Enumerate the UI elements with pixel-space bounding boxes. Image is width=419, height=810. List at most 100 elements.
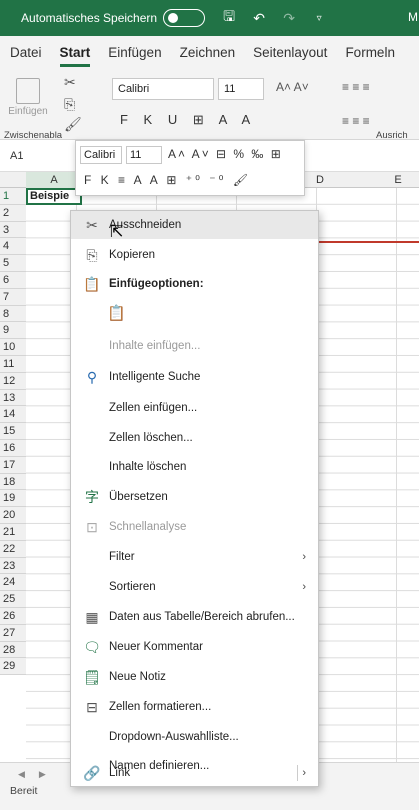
row-header[interactable]: 18 bbox=[0, 473, 26, 491]
tab-seitenlayout[interactable]: Seitenlayout bbox=[253, 45, 327, 60]
menu-item-filter[interactable]: Filter › bbox=[71, 543, 318, 571]
align-icons[interactable]: ≡ ≡ ≡ bbox=[342, 80, 370, 94]
row-header[interactable]: 6 bbox=[0, 271, 26, 289]
row-header[interactable]: 24 bbox=[0, 574, 26, 592]
column-header-d[interactable]: D bbox=[300, 172, 340, 188]
name-box[interactable]: A1 bbox=[10, 150, 23, 162]
menu-item-sortieren[interactable]: Sortieren › bbox=[71, 573, 318, 601]
font-grow-shrink-icon[interactable]: A˄ A˅ bbox=[276, 80, 309, 94]
row-header[interactable]: 10 bbox=[0, 339, 26, 356]
menu-item-kopieren[interactable]: ⎘ Kopieren bbox=[71, 241, 318, 269]
menu-item-label: Schnellanalyse bbox=[109, 521, 187, 533]
row-header[interactable]: 21 bbox=[0, 523, 26, 541]
menu-item-uebersetzen[interactable]: 字 Übersetzen bbox=[71, 483, 318, 511]
tab-einfuegen[interactable]: Einfügen bbox=[108, 45, 161, 60]
menu-item-ausschneiden[interactable]: ✂ Ausschneiden bbox=[71, 211, 318, 239]
menu-item-intelligente-suche[interactable]: ⚲ Intelligente Suche bbox=[71, 363, 318, 391]
row-header[interactable]: 19 bbox=[0, 490, 26, 508]
customize-icon[interactable]: ▿ bbox=[311, 13, 327, 24]
menu-item-einfuegeoptionen: 📋 Einfügeoptionen: bbox=[71, 270, 318, 298]
row-header[interactable]: 4 bbox=[0, 238, 26, 256]
row-header[interactable]: 8 bbox=[0, 305, 26, 323]
save-icon[interactable]: 🖫 bbox=[221, 6, 237, 30]
mini-font-size-field[interactable]: 11 bbox=[126, 146, 162, 164]
format-cells-icon: ⊟ bbox=[86, 698, 98, 715]
cell-a1[interactable]: Beispie bbox=[26, 188, 82, 205]
menu-item-zellen-einfuegen[interactable]: Zellen einfügen... bbox=[71, 394, 318, 422]
menu-item-zellen-loeschen[interactable]: Zellen löschen... bbox=[71, 424, 318, 452]
mouse-cursor-icon: ⇱ bbox=[110, 224, 124, 241]
sheet-scroll-arrows[interactable]: ◀▶ bbox=[18, 769, 60, 780]
row-header[interactable]: 26 bbox=[0, 607, 26, 625]
menu-item-daten-abrufen[interactable]: ▦ Daten aus Tabelle/Bereich abrufen... bbox=[71, 603, 318, 631]
tab-formeln[interactable]: Formeln bbox=[345, 45, 395, 60]
font-size-field[interactable]: 11 bbox=[218, 78, 264, 100]
title-bar: Automatisches Speichern 🖫 ↶ ↷ ▿ M bbox=[0, 0, 419, 36]
menu-item-label: Zellen formatieren... bbox=[109, 701, 212, 713]
undo-icon[interactable]: ↶ bbox=[251, 10, 267, 27]
mini-formatting-row2-icons[interactable]: F K ≡ A A ⊞ ⁺⁰ ⁻⁰ 🖌 bbox=[84, 173, 251, 187]
paste-button[interactable]: Einfügen bbox=[8, 78, 48, 117]
autosave-label: Automatisches Speichern bbox=[21, 11, 158, 25]
copy-icon[interactable]: ⎘ bbox=[64, 96, 75, 113]
row-header[interactable]: 1 bbox=[0, 188, 26, 205]
paste-option-icon: 📋 bbox=[107, 305, 126, 322]
menu-item-label: Link bbox=[109, 767, 131, 779]
menu-item-neuer-kommentar[interactable]: 🗨 Neuer Kommentar bbox=[71, 633, 318, 661]
row-header[interactable]: 25 bbox=[0, 591, 26, 608]
chevron-right-icon: › bbox=[302, 551, 306, 563]
paste-icon bbox=[16, 78, 40, 104]
context-menu: ✂ Ausschneiden ⎘ Kopieren 📋 Einfügeoptio… bbox=[70, 210, 319, 787]
menu-item-label: Einfügeoptionen: bbox=[109, 278, 204, 290]
row-header[interactable]: 28 bbox=[0, 641, 26, 659]
column-header-a[interactable]: A bbox=[26, 172, 82, 188]
row-header[interactable]: 17 bbox=[0, 456, 26, 474]
mini-toolbar: Calibri 11 A˄ A˅ ⊟ % ‰ ⊞ F K ≡ A A ⊞ ⁺⁰ … bbox=[75, 140, 305, 196]
menu-item-label: Filter bbox=[109, 551, 135, 563]
menu-item-label: Zellen einfügen... bbox=[109, 402, 198, 414]
row-header[interactable]: 9 bbox=[0, 322, 26, 340]
horizontal-align-icons[interactable]: ≡ ≡ ≡ bbox=[342, 114, 370, 128]
autosave-toggle[interactable] bbox=[163, 9, 206, 27]
scissors-icon: ✂ bbox=[86, 216, 98, 233]
font-name-field[interactable]: Calibri bbox=[112, 78, 214, 100]
row-header[interactable]: 2 bbox=[0, 204, 26, 222]
tab-start[interactable]: Start bbox=[59, 45, 90, 67]
format-painter-icon[interactable]: 🖌 bbox=[64, 116, 82, 133]
row-header[interactable]: 22 bbox=[0, 540, 26, 558]
mini-font-name-field[interactable]: Calibri bbox=[80, 146, 122, 164]
column-header-e[interactable]: E bbox=[378, 172, 418, 188]
row-header[interactable]: 27 bbox=[0, 624, 26, 642]
row-header[interactable]: 20 bbox=[0, 507, 26, 524]
note-icon: 🗒 bbox=[83, 668, 101, 685]
menu-item-inhalte-loeschen[interactable]: Inhalte löschen bbox=[71, 453, 318, 481]
row-header[interactable]: 13 bbox=[0, 389, 26, 407]
row-header[interactable]: 12 bbox=[0, 372, 26, 390]
row-header[interactable]: 29 bbox=[0, 658, 26, 676]
menu-item-label: Daten aus Tabelle/Bereich abrufen... bbox=[109, 611, 295, 623]
row-header[interactable]: 7 bbox=[0, 288, 26, 306]
cut-icon[interactable]: ✂ bbox=[64, 74, 76, 91]
menu-item-neue-notiz[interactable]: 🗒 Neue Notiz bbox=[71, 663, 318, 691]
tab-datei[interactable]: Datei bbox=[10, 45, 42, 60]
font-formatting-icons[interactable]: F K U ⊞ A A bbox=[120, 112, 256, 128]
row-header[interactable]: 14 bbox=[0, 406, 26, 424]
menu-item-label: Dropdown-Auswahlliste... bbox=[109, 731, 239, 743]
menu-item-label: Übersetzen bbox=[109, 491, 168, 503]
menu-item-zellen-formatieren[interactable]: ⊟ Zellen formatieren... bbox=[71, 693, 318, 721]
row-header[interactable]: 15 bbox=[0, 423, 26, 440]
tab-zeichnen[interactable]: Zeichnen bbox=[180, 45, 236, 60]
paste-label: Einfügen bbox=[8, 106, 48, 117]
row-header[interactable]: 5 bbox=[0, 255, 26, 272]
row-header[interactable]: 3 bbox=[0, 221, 26, 239]
row-header[interactable]: 11 bbox=[0, 355, 26, 373]
menu-item-link[interactable]: 🔗 Link › bbox=[71, 759, 318, 787]
mini-formatting-row1-icons[interactable]: A˄ A˅ ⊟ % ‰ ⊞ bbox=[168, 147, 283, 161]
row-header[interactable]: 16 bbox=[0, 439, 26, 457]
menu-item-label: Inhalte einfügen... bbox=[109, 340, 201, 352]
row-header[interactable]: 23 bbox=[0, 557, 26, 575]
row-headers: 1 2 3 4 5 6 7 8 9 10 11 12 13 14 15 16 17 18 19 20 21 22 23 24 2… bbox=[0, 188, 26, 676]
redo-icon[interactable]: ↷ bbox=[281, 10, 297, 27]
quick-analysis-icon: ⊡ bbox=[86, 518, 98, 535]
menu-item-dropdown-auswahlliste[interactable]: Dropdown-Auswahlliste... bbox=[71, 723, 318, 751]
